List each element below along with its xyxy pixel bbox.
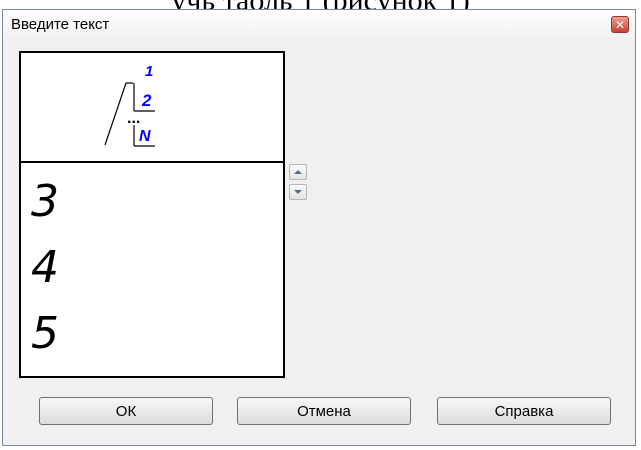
move-up-button[interactable] bbox=[289, 164, 307, 180]
enter-text-dialog: Введите текст ✕ 1 2 ... N 3 4 5 ОК Отмен… bbox=[2, 9, 636, 446]
fraction-ellipsis: ... bbox=[127, 110, 141, 127]
text-editor-area[interactable]: 1 2 ... N 3 4 5 bbox=[19, 51, 285, 378]
close-icon: ✕ bbox=[614, 17, 626, 32]
text-line-4[interactable]: 4 bbox=[31, 246, 59, 290]
cancel-button[interactable]: Отмена bbox=[237, 397, 411, 425]
move-down-button[interactable] bbox=[289, 184, 307, 200]
fraction-middle-number[interactable]: 2 bbox=[142, 92, 151, 109]
help-button[interactable]: Справка bbox=[437, 397, 611, 425]
text-line-3[interactable]: 3 bbox=[31, 180, 59, 224]
arrow-up-icon bbox=[294, 170, 302, 174]
fraction-bottom-letter[interactable]: N bbox=[139, 129, 151, 145]
title-bar[interactable]: Введите текст ✕ bbox=[3, 10, 635, 40]
close-button[interactable]: ✕ bbox=[611, 16, 629, 33]
text-line-5[interactable]: 5 bbox=[31, 312, 59, 356]
arrow-down-icon bbox=[294, 190, 302, 194]
fraction-template[interactable]: 1 2 ... N bbox=[21, 53, 283, 163]
ok-button[interactable]: ОК bbox=[39, 397, 213, 425]
fraction-top-number[interactable]: 1 bbox=[145, 64, 153, 79]
dialog-title: Введите текст bbox=[11, 16, 110, 33]
